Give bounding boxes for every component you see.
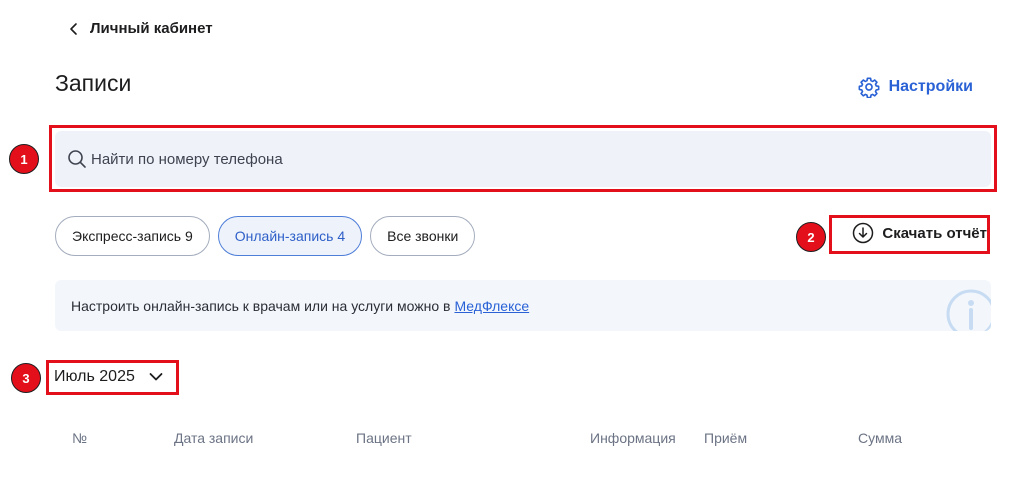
download-report-button[interactable]: Скачать отчёт xyxy=(852,222,987,244)
filter-chip-express[interactable]: Экспресс-запись 9 xyxy=(55,216,210,256)
month-selector[interactable]: Июль 2025 xyxy=(54,368,163,386)
column-header-appointment: Приём xyxy=(704,430,748,446)
column-header-amount: Сумма xyxy=(858,430,902,446)
filter-chip-all-calls[interactable]: Все звонки xyxy=(370,216,476,256)
chevron-down-icon xyxy=(149,373,163,381)
page-title: Записи xyxy=(55,70,132,96)
table-header: № Дата записи Пациент Информация Приём С… xyxy=(0,430,1023,450)
download-icon xyxy=(853,222,874,244)
column-header-date: Дата записи xyxy=(174,430,254,446)
info-banner: Настроить онлайн-запись к врачам или на … xyxy=(55,280,991,331)
annotation-marker-1: 1 xyxy=(9,144,39,174)
gear-icon xyxy=(858,77,880,98)
settings-label: Настройки xyxy=(888,78,973,95)
filter-chip-online[interactable]: Онлайн-запись 4 xyxy=(217,216,363,256)
filter-chips: Экспресс-запись 9 Онлайн-запись 4 Все зв… xyxy=(55,216,476,256)
info-banner-text: Настроить онлайн-запись к врачам или на … xyxy=(71,297,451,314)
search-input[interactable] xyxy=(91,150,971,168)
search-field[interactable] xyxy=(55,131,991,187)
annotation-marker-2: 2 xyxy=(796,222,826,252)
column-header-patient: Пациент xyxy=(356,430,412,446)
info-icon xyxy=(946,289,991,331)
settings-button[interactable]: Настройки xyxy=(858,76,973,98)
column-header-number: № xyxy=(72,430,88,446)
chevron-left-icon xyxy=(70,22,77,35)
column-header-info: Информация xyxy=(590,430,676,446)
month-selector-value: Июль 2025 xyxy=(54,368,135,385)
search-icon xyxy=(68,150,86,168)
medflex-link[interactable]: МедФлексе xyxy=(454,298,529,314)
download-report-label: Скачать отчёт xyxy=(882,224,987,242)
back-link[interactable]: Личный кабинет xyxy=(68,20,213,37)
back-link-label: Личный кабинет xyxy=(90,20,213,37)
annotation-marker-3: 3 xyxy=(11,363,41,393)
